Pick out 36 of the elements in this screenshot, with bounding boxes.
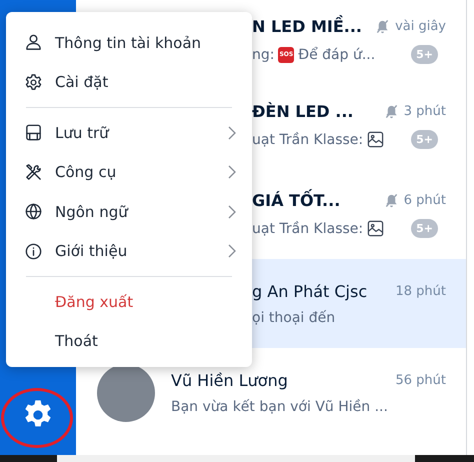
image-icon (367, 131, 384, 148)
message-preview: ng: (252, 46, 274, 62)
timestamp: 3 phút (404, 104, 446, 119)
globe-icon (24, 202, 43, 222)
chevron-right-icon (228, 204, 236, 219)
settings-icon (24, 72, 43, 92)
conversation-name: GIÁ TỐT... (252, 191, 340, 210)
unread-count: 5+ (411, 219, 438, 238)
storage-icon (24, 123, 43, 142)
timestamp: vài giây (395, 19, 446, 34)
message-preview: uạt Trần Klasse: (252, 220, 364, 236)
conversation-name: ĐÈN LED ... (252, 102, 354, 121)
message-preview: ọi thoại đến (252, 310, 336, 326)
chevron-right-icon (228, 126, 236, 140)
tools-icon (24, 162, 43, 182)
timestamp: 56 phút (395, 372, 446, 388)
image-icon (367, 220, 384, 237)
taskbar-edge (415, 455, 474, 462)
unread-count: 5+ (411, 130, 438, 149)
timestamp: 6 phút (404, 193, 446, 208)
timestamp: 18 phút (395, 284, 446, 298)
chevron-right-icon (228, 165, 236, 180)
info-icon (24, 242, 43, 261)
conversation-name: g An Phát Cjsc (252, 282, 368, 300)
message-preview: Bạn vừa kết bạn với Vũ Hiền ... (171, 398, 388, 414)
muted-bell-icon (375, 19, 390, 34)
muted-bell-icon (384, 193, 399, 208)
chevron-right-icon (228, 244, 236, 258)
conversation-name: Vũ Hiền Lương (171, 370, 288, 390)
message-preview: Để đáp ứ... (298, 46, 376, 62)
muted-bell-icon (384, 104, 399, 119)
taskbar-edge (0, 455, 57, 462)
message-preview: uạt Trần Klasse: (252, 132, 364, 148)
conversation-name: N LED MIỀ... (252, 17, 362, 36)
unread-count: 5+ (411, 45, 438, 64)
user-icon (24, 33, 43, 52)
